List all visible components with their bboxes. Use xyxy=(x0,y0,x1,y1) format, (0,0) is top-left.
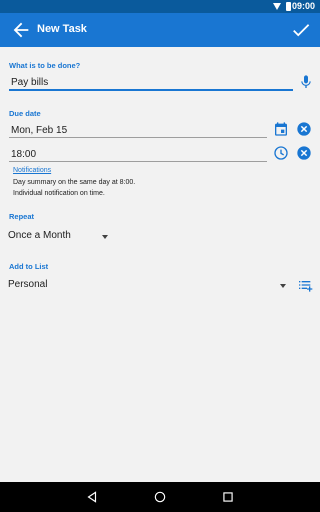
status-bar: 09:00 xyxy=(0,0,320,13)
clock-icon[interactable] xyxy=(273,145,289,161)
check-icon[interactable] xyxy=(290,19,312,41)
task-label: What is to be done? xyxy=(9,61,81,70)
calendar-icon[interactable] xyxy=(273,121,289,137)
clear-time-icon[interactable] xyxy=(296,145,312,161)
due-date-field[interactable]: Mon, Feb 15 xyxy=(11,125,67,136)
list-dropdown[interactable]: Personal xyxy=(8,277,290,293)
wifi-icon xyxy=(273,3,281,10)
status-time: 09:00 xyxy=(291,1,315,11)
battery-icon xyxy=(286,2,291,11)
notification-individual-text: Individual notification on time. xyxy=(13,190,105,197)
list-value: Personal xyxy=(8,279,48,290)
repeat-value: Once a Month xyxy=(8,230,71,241)
notification-summary-text: Day summary on the same day at 8:00. xyxy=(13,179,136,186)
repeat-dropdown[interactable]: Once a Month xyxy=(8,228,113,244)
repeat-label: Repeat xyxy=(9,212,35,221)
dropdown-arrow-icon xyxy=(280,284,286,288)
clear-date-icon[interactable] xyxy=(296,121,312,137)
app-bar: New Task xyxy=(0,13,320,47)
due-time-field[interactable]: 18:00 xyxy=(11,149,36,160)
task-input-underline xyxy=(9,89,293,91)
dropdown-arrow-icon xyxy=(102,235,108,239)
task-input[interactable]: Pay bills xyxy=(11,77,48,88)
page-title: New Task xyxy=(37,23,87,35)
notifications-link[interactable]: Notifications xyxy=(13,167,51,174)
mic-icon[interactable] xyxy=(298,74,314,90)
add-to-list-label: Add to List xyxy=(9,262,49,271)
recents-nav-icon[interactable] xyxy=(221,490,235,504)
due-date-underline xyxy=(9,137,267,138)
arrow-back-icon[interactable] xyxy=(10,19,32,41)
home-nav-icon[interactable] xyxy=(153,490,167,504)
list-add-icon[interactable] xyxy=(297,277,313,293)
back-nav-icon[interactable] xyxy=(85,490,99,504)
navigation-bar xyxy=(0,482,320,512)
due-time-underline xyxy=(9,161,267,162)
due-date-label: Due date xyxy=(9,109,41,118)
